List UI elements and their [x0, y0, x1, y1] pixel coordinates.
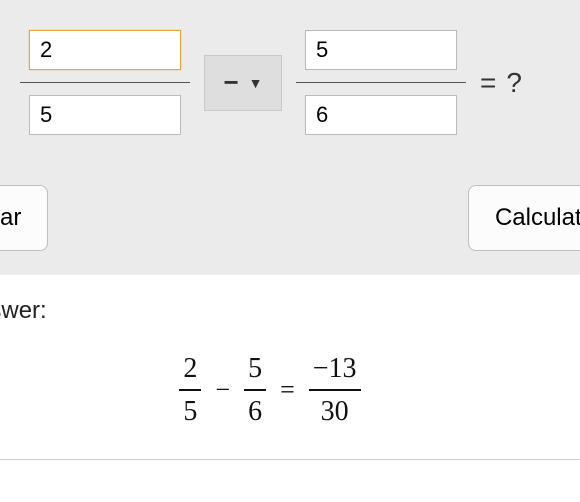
- input-panel: − ▼ = ?: [0, 0, 580, 185]
- answer-fraction-2: 5 6: [244, 351, 266, 429]
- fraction-2-numerator[interactable]: [305, 30, 457, 70]
- answer-result-fraction: −13 30: [309, 351, 361, 429]
- answer-equals: =: [280, 375, 295, 405]
- calculate-button[interactable]: Calculate: [468, 185, 580, 251]
- fraction-1: [20, 30, 190, 135]
- answer-label: Answer:: [0, 297, 580, 325]
- equals-sign: =: [480, 67, 496, 99]
- question-mark: ?: [506, 67, 522, 99]
- fraction-1-numerator[interactable]: [29, 30, 181, 70]
- answer-operator: −: [215, 375, 230, 405]
- answer-fraction-1: 2 5: [179, 351, 201, 429]
- answer-expression: 2 5 − 5 6 = −13 30: [0, 351, 580, 429]
- operator-select[interactable]: − ▼: [204, 55, 282, 111]
- fraction-1-bar: [20, 82, 190, 83]
- fraction-2-denominator[interactable]: [305, 95, 457, 135]
- equals-question: = ?: [480, 67, 522, 99]
- fraction-2: [296, 30, 466, 135]
- fraction-2-bar: [296, 82, 466, 83]
- operator-value: −: [223, 67, 238, 98]
- chevron-down-icon: ▼: [249, 75, 263, 91]
- clear-button[interactable]: Clear: [0, 185, 48, 251]
- fraction-1-denominator[interactable]: [29, 95, 181, 135]
- answer-panel: Answer: 2 5 − 5 6 = −13 30: [0, 275, 580, 460]
- fraction-row: − ▼ = ?: [0, 30, 580, 135]
- button-row: Clear Calculate: [0, 185, 580, 275]
